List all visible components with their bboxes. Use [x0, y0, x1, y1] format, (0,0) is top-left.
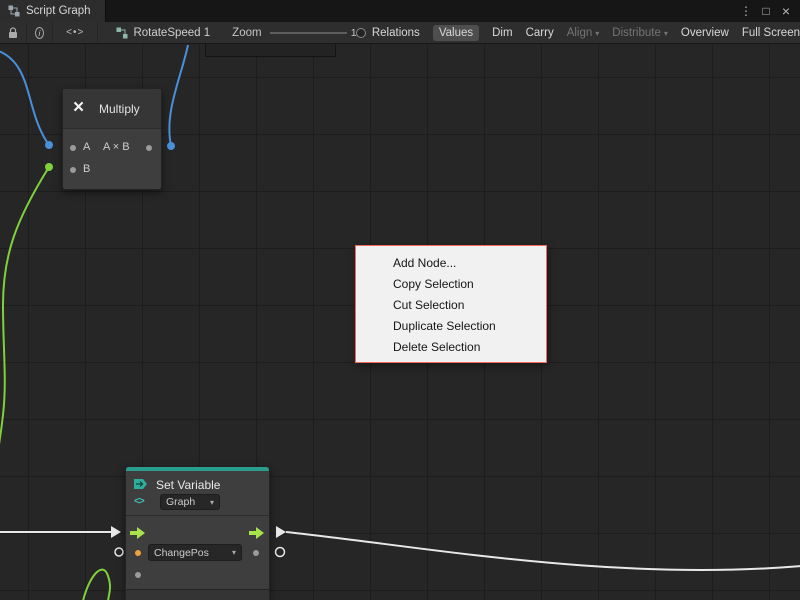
menu-item-cut-selection[interactable]: Cut Selection — [356, 295, 546, 316]
flow-arrowhead-left — [111, 526, 121, 538]
chevron-down-icon: ▾ — [664, 29, 668, 38]
zoom-slider-knob[interactable] — [356, 28, 366, 38]
tab-script-graph[interactable]: Script Graph — [0, 0, 106, 22]
fullscreen-button[interactable]: Full Screen — [742, 27, 800, 39]
node-bottom-section — [126, 589, 269, 600]
port-b-input[interactable] — [70, 167, 76, 173]
script-graph-window: Script Graph ⋮ □ × i <•> RotateSpeed 1 — [0, 0, 800, 600]
tab-title: Script Graph — [26, 5, 91, 17]
graph-name: RotateSpeed 1 — [133, 27, 210, 39]
graph-asset-icon — [116, 27, 128, 39]
divider — [126, 515, 269, 516]
dim-button[interactable]: Dim — [492, 27, 512, 39]
script-graph-icon — [8, 5, 20, 17]
align-button[interactable]: Align ▾ — [567, 27, 600, 39]
port-output[interactable] — [146, 145, 152, 151]
node-set-variable[interactable]: Set Variable <> Graph ▾ ChangePos ▾ — [125, 466, 270, 600]
flow-output-port[interactable] — [249, 527, 265, 539]
title-bar: Script Graph ⋮ □ × — [0, 0, 800, 22]
port-b-label: B — [83, 163, 90, 175]
wire-green-bottom[interactable] — [83, 570, 110, 600]
empty-popup-panel — [205, 44, 336, 57]
zoom-label: Zoom — [232, 27, 261, 39]
window-controls: ⋮ □ × — [738, 0, 800, 22]
relations-button[interactable]: Relations — [372, 27, 420, 39]
wire-green-long[interactable] — [0, 167, 49, 500]
flow-input-port[interactable] — [130, 527, 146, 539]
value-output-port[interactable] — [253, 550, 259, 556]
chevron-down-icon: ▾ — [595, 29, 599, 38]
value-input-port[interactable] — [135, 550, 141, 556]
wire-blue-input-endpoint[interactable] — [45, 141, 53, 149]
code-icon: <> — [134, 496, 144, 507]
unconnected-port-ring-right[interactable] — [276, 548, 285, 557]
flow-arrowhead-right — [276, 526, 286, 538]
zoom-slider-track[interactable] — [270, 32, 347, 34]
lock-icon[interactable] — [0, 22, 27, 44]
wire-blue-output-endpoint[interactable] — [167, 142, 175, 150]
wire-blue-output[interactable] — [169, 45, 188, 146]
wire-white-output[interactable] — [286, 532, 800, 570]
wire-blue-input[interactable] — [0, 50, 49, 145]
variable-scope-dropdown[interactable]: Graph ▾ — [160, 494, 220, 510]
graph-asset[interactable]: RotateSpeed 1 — [116, 27, 210, 39]
menu-item-copy-selection[interactable]: Copy Selection — [356, 274, 546, 295]
node-multiply[interactable]: × Multiply A A × B B — [62, 88, 162, 190]
menu-item-duplicate-selection[interactable]: Duplicate Selection — [356, 316, 546, 337]
port-a-label: A — [83, 141, 90, 153]
node-title: Multiply — [99, 102, 140, 116]
distribute-button[interactable]: Distribute ▾ — [612, 27, 668, 39]
node-title: Set Variable — [156, 478, 220, 492]
overview-button[interactable]: Overview — [681, 27, 729, 39]
port-output-label: A × B — [103, 141, 130, 153]
graph-canvas[interactable]: × Multiply A A × B B Set Variable <> Gra… — [0, 44, 800, 600]
zoom-slider[interactable] — [270, 27, 347, 39]
info-icon[interactable]: i — [27, 22, 53, 44]
values-button[interactable]: Values — [433, 25, 479, 41]
variable-name-dropdown[interactable]: ChangePos ▾ — [148, 544, 242, 561]
wire-green-endpoint[interactable] — [45, 163, 53, 171]
carry-button[interactable]: Carry — [526, 27, 554, 39]
port-a-input[interactable] — [70, 145, 76, 151]
chevron-down-icon: ▾ — [232, 548, 236, 557]
node-accent-bar — [126, 467, 269, 471]
toolbar-buttons: Relations Values Dim Carry Align ▾ Distr… — [362, 25, 800, 41]
toolbar: i <•> RotateSpeed 1 Zoom 1x Relations Va… — [0, 22, 800, 44]
extra-input-port[interactable] — [135, 572, 141, 578]
chevron-down-icon: ▾ — [210, 498, 214, 507]
menu-item-add-node[interactable]: Add Node... — [356, 253, 546, 274]
code-preview-icon[interactable]: <•> — [53, 22, 98, 44]
multiply-icon: × — [73, 97, 84, 119]
menu-item-delete-selection[interactable]: Delete Selection — [356, 337, 546, 358]
close-icon[interactable]: × — [778, 3, 794, 19]
context-menu: Add Node... Copy Selection Cut Selection… — [355, 245, 547, 363]
maximize-icon[interactable]: □ — [758, 4, 774, 18]
more-menu-icon[interactable]: ⋮ — [738, 4, 754, 18]
unconnected-port-ring-left[interactable] — [115, 548, 123, 556]
set-variable-icon — [133, 477, 151, 491]
node-multiply-header[interactable]: × Multiply — [63, 89, 161, 129]
